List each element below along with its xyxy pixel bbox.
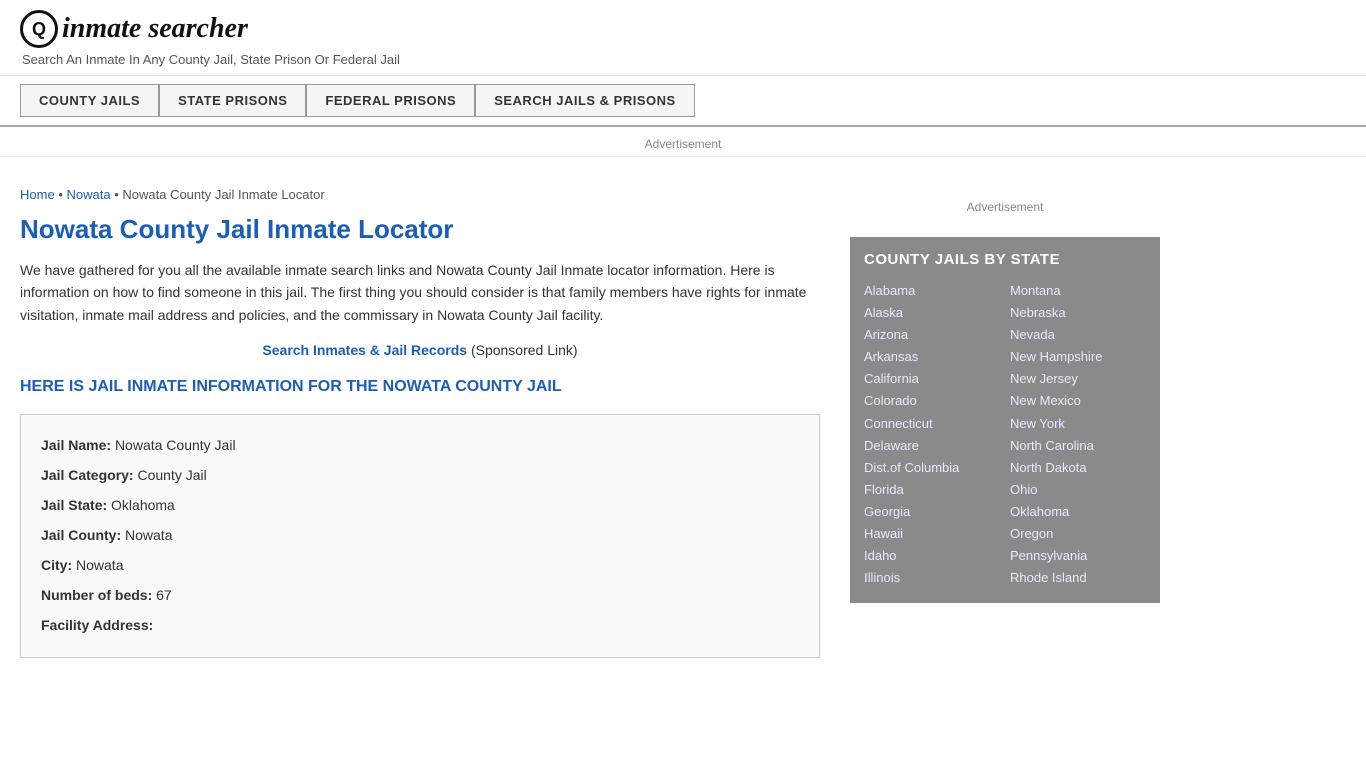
breadcrumb-home[interactable]: Home <box>20 187 55 202</box>
logo-letter: Q <box>32 19 46 40</box>
state-alabama[interactable]: Alabama <box>864 280 1000 302</box>
jail-name-label: Jail Name: <box>41 437 111 453</box>
jail-state-row: Jail State: Oklahoma <box>41 491 799 519</box>
jail-name-row: Jail Name: Nowata County Jail <box>41 431 799 459</box>
header: Q inmate searcher Search An Inmate In An… <box>0 0 1366 76</box>
state-north-carolina[interactable]: North Carolina <box>1010 435 1146 457</box>
search-link-area: Search Inmates & Jail Records (Sponsored… <box>20 342 820 358</box>
breadcrumb-nowata[interactable]: Nowata <box>66 187 110 202</box>
state-oklahoma[interactable]: Oklahoma <box>1010 501 1146 523</box>
info-box: Jail Name: Nowata County Jail Jail Categ… <box>20 414 820 658</box>
page-title: Nowata County Jail Inmate Locator <box>20 214 820 245</box>
nav-bar: COUNTY JAILS STATE PRISONS FEDERAL PRISO… <box>0 76 1366 127</box>
section-heading: HERE IS JAIL INMATE INFORMATION FOR THE … <box>20 378 820 396</box>
state-oregon[interactable]: Oregon <box>1010 523 1146 545</box>
state-idaho[interactable]: Idaho <box>864 545 1000 567</box>
jail-category-row: Jail Category: County Jail <box>41 461 799 489</box>
nav-federal-prisons[interactable]: FEDERAL PRISONS <box>306 84 475 117</box>
jail-city-row: City: Nowata <box>41 551 799 579</box>
jail-address-label: Facility Address: <box>41 617 153 633</box>
state-arkansas[interactable]: Arkansas <box>864 346 1000 368</box>
sponsored-text: (Sponsored Link) <box>471 342 578 358</box>
breadcrumb-current: Nowata County Jail Inmate Locator <box>122 187 324 202</box>
county-jails-title: COUNTY JAILS BY STATE <box>864 251 1146 268</box>
state-alaska[interactable]: Alaska <box>864 302 1000 324</box>
state-delaware[interactable]: Delaware <box>864 435 1000 457</box>
state-california[interactable]: California <box>864 368 1000 390</box>
sidebar-ad: Advertisement <box>850 192 1160 222</box>
state-arizona[interactable]: Arizona <box>864 324 1000 346</box>
state-dc[interactable]: Dist.of Columbia <box>864 457 1000 479</box>
state-rhode-island[interactable]: Rhode Island <box>1010 567 1146 589</box>
county-jails-box: COUNTY JAILS BY STATE Alabama Alaska Ari… <box>850 237 1160 603</box>
jail-address-row: Facility Address: <box>41 611 799 639</box>
state-new-jersey[interactable]: New Jersey <box>1010 368 1146 390</box>
state-georgia[interactable]: Georgia <box>864 501 1000 523</box>
nav-county-jails[interactable]: COUNTY JAILS <box>20 84 159 117</box>
nav-search-jails[interactable]: SEARCH JAILS & PRISONS <box>475 84 694 117</box>
sidebar: Advertisement COUNTY JAILS BY STATE Alab… <box>850 172 1160 658</box>
state-new-york[interactable]: New York <box>1010 413 1146 435</box>
jail-city-value: Nowata <box>76 557 123 573</box>
logo-text: inmate searcher <box>62 13 248 45</box>
intro-text: We have gathered for you all the availab… <box>20 259 820 326</box>
jail-county-value: Nowata <box>125 527 172 543</box>
state-connecticut[interactable]: Connecticut <box>864 413 1000 435</box>
jail-state-label: Jail State: <box>41 497 107 513</box>
state-north-dakota[interactable]: North Dakota <box>1010 457 1146 479</box>
logo-brand: inmate searcher <box>62 13 248 44</box>
logo-icon: Q <box>20 10 58 48</box>
nav-state-prisons[interactable]: STATE PRISONS <box>159 84 306 117</box>
logo-area: Q inmate searcher <box>20 10 1346 48</box>
jail-county-label: Jail County: <box>41 527 121 543</box>
main-layout: Home • Nowata • Nowata County Jail Inmat… <box>0 172 1366 658</box>
search-inmates-link[interactable]: Search Inmates & Jail Records <box>262 342 467 358</box>
content-area: Home • Nowata • Nowata County Jail Inmat… <box>20 172 850 658</box>
states-col2: Montana Nebraska Nevada New Hampshire Ne… <box>1010 280 1146 589</box>
jail-beds-label: Number of beds: <box>41 587 152 603</box>
jail-beds-row: Number of beds: 67 <box>41 581 799 609</box>
state-new-hampshire[interactable]: New Hampshire <box>1010 346 1146 368</box>
state-illinois[interactable]: Illinois <box>864 567 1000 589</box>
states-grid: Alabama Alaska Arizona Arkansas Californ… <box>864 280 1146 589</box>
jail-county-row: Jail County: Nowata <box>41 521 799 549</box>
state-nevada[interactable]: Nevada <box>1010 324 1146 346</box>
nav-inner: COUNTY JAILS STATE PRISONS FEDERAL PRISO… <box>20 84 1346 117</box>
jail-category-value: County Jail <box>137 467 206 483</box>
state-ohio[interactable]: Ohio <box>1010 479 1146 501</box>
state-hawaii[interactable]: Hawaii <box>864 523 1000 545</box>
jail-beds-value: 67 <box>156 587 172 603</box>
ad-banner: Advertisement <box>0 127 1366 157</box>
state-pennsylvania[interactable]: Pennsylvania <box>1010 545 1146 567</box>
state-colorado[interactable]: Colorado <box>864 390 1000 412</box>
state-florida[interactable]: Florida <box>864 479 1000 501</box>
states-col1: Alabama Alaska Arizona Arkansas Californ… <box>864 280 1000 589</box>
jail-state-value: Oklahoma <box>111 497 175 513</box>
state-nebraska[interactable]: Nebraska <box>1010 302 1146 324</box>
jail-name-value: Nowata County Jail <box>115 437 236 453</box>
tagline: Search An Inmate In Any County Jail, Sta… <box>22 52 1346 67</box>
jail-category-label: Jail Category: <box>41 467 134 483</box>
jail-city-label: City: <box>41 557 72 573</box>
state-new-mexico[interactable]: New Mexico <box>1010 390 1146 412</box>
state-montana[interactable]: Montana <box>1010 280 1146 302</box>
breadcrumb: Home • Nowata • Nowata County Jail Inmat… <box>20 187 820 202</box>
